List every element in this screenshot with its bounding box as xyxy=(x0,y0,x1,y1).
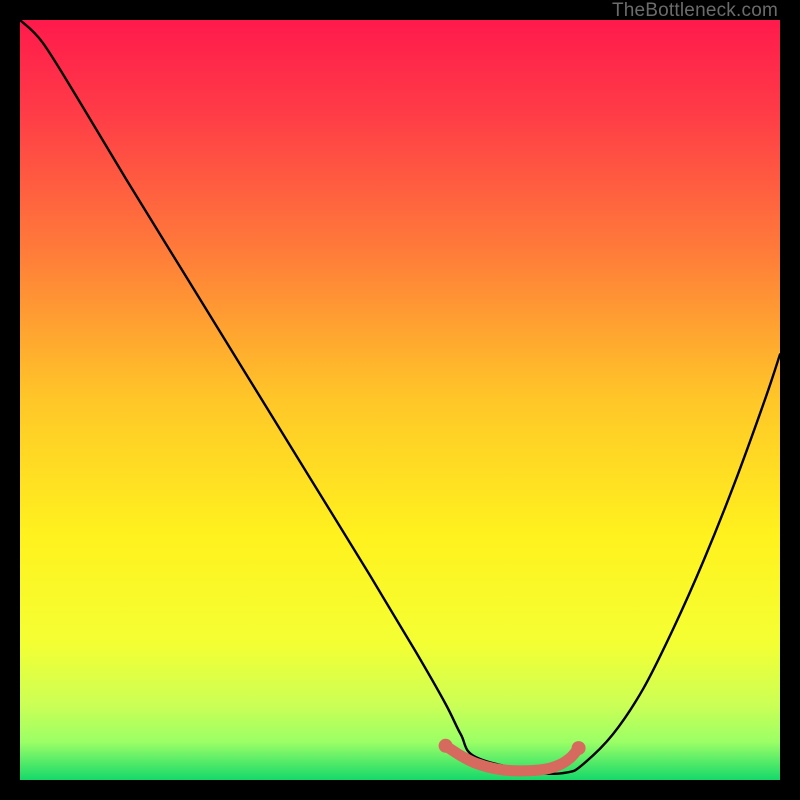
gradient-background xyxy=(20,20,780,780)
watermark-text: TheBottleneck.com xyxy=(612,0,778,22)
highlight-dot xyxy=(572,741,586,755)
chart-svg xyxy=(20,20,780,780)
highlight-dot xyxy=(439,739,453,753)
plot-area xyxy=(20,20,780,780)
chart-frame: TheBottleneck.com xyxy=(0,0,800,800)
